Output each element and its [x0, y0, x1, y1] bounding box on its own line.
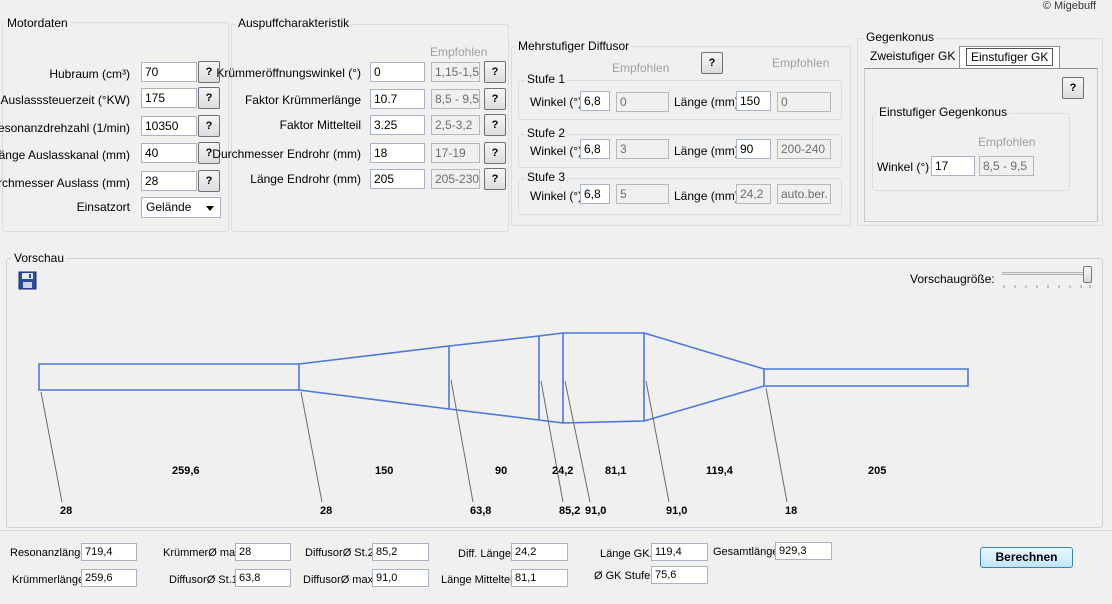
laenge-gk-label: Länge GK. — [600, 548, 653, 560]
leader-4 — [540, 380, 564, 503]
resonanzlaenge-label: Resonanzlänge — [10, 547, 87, 559]
diffusor-max-output: 91,0 — [372, 569, 429, 587]
diffusor-max-label: DiffusorØ max. — [303, 574, 377, 586]
leader-1 — [40, 391, 63, 503]
laenge-gk-output: 119,4 — [651, 543, 708, 561]
preview-diameter-5: 91,0 — [585, 505, 607, 517]
preview-diameter-4: 85,2 — [559, 505, 581, 517]
kruemmerlaenge-output: 259,6 — [81, 569, 137, 587]
gk-stufe-output: 75,6 — [651, 566, 708, 584]
gesamtlaenge-label: Gesamtlänge — [713, 546, 779, 558]
diffusor-st2-output: 85,2 — [372, 543, 429, 561]
exhaust-preview-drawing — [38, 332, 969, 503]
resonanzlaenge-output: 719,4 — [81, 543, 137, 561]
diffusor-st1-label: DiffusorØ St.1 — [169, 574, 238, 586]
laenge-mittelteil-output: 81,1 — [511, 569, 568, 587]
preview-diameter-7: 18 — [785, 505, 798, 517]
preview-diameter-3: 63,8 — [470, 505, 492, 517]
diff-laenge-label: Diff. Länge — [458, 548, 512, 560]
pipe-gegenkonus — [643, 332, 765, 422]
pipe-endrohr — [764, 368, 969, 387]
preview-length-5: 81,1 — [605, 465, 627, 477]
preview-diameter-6: 91,0 — [666, 505, 688, 517]
leader-7 — [765, 387, 788, 503]
diff-laenge-output: 24,2 — [511, 543, 568, 561]
results-divider — [0, 530, 1112, 531]
gesamtlaenge-output: 929,3 — [775, 542, 832, 560]
preview-diameter-1: 28 — [60, 505, 73, 517]
pipe-header — [38, 363, 300, 391]
leader-6 — [645, 380, 670, 503]
leader-3 — [450, 379, 474, 503]
preview-length-4: 24,2 — [552, 465, 574, 477]
kruemmerlaenge-label: Krümmerlänge — [12, 574, 85, 586]
leader-2 — [300, 391, 323, 503]
berechnen-button[interactable]: Berechnen — [980, 547, 1073, 568]
preview-diameter-2: 28 — [320, 505, 333, 517]
gk-stufe-label: Ø GK Stufe. — [594, 570, 654, 582]
pipe-diffusor — [298, 332, 645, 424]
diffusor-st2-label: DiffusorØ St.2 — [305, 547, 374, 559]
preview-length-6: 119,4 — [706, 465, 733, 477]
preview-length-3: 90 — [495, 465, 508, 477]
preview-length-7: 205 — [868, 465, 887, 477]
kruemmer-max-label: KrümmerØ max — [163, 547, 241, 559]
kruemmer-max-output: 28 — [235, 543, 291, 561]
preview-length-1: 259,6 — [172, 465, 200, 477]
laenge-mittelteil-label: Länge Mittelteil — [441, 574, 515, 586]
leader-5 — [564, 380, 591, 503]
diffusor-st1-output: 63,8 — [235, 569, 291, 587]
preview-length-2: 150 — [375, 465, 394, 477]
